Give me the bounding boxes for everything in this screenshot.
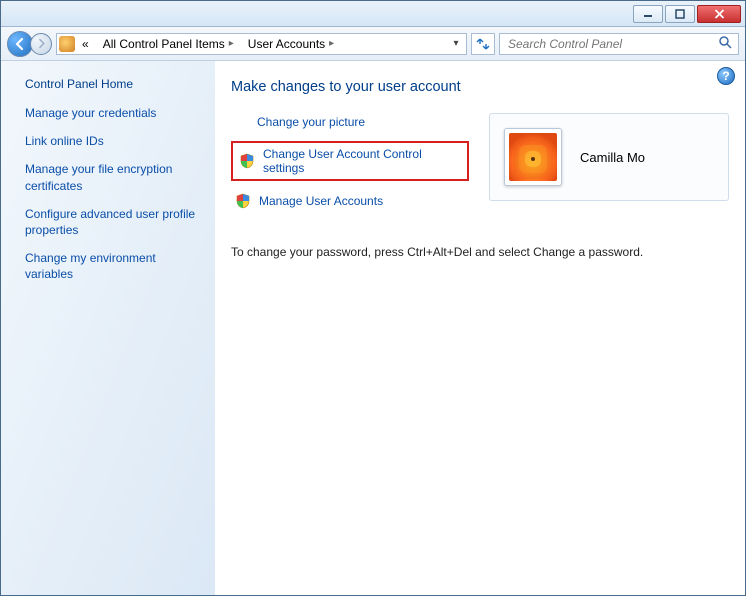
chevron-right-icon: ▸ [229,38,234,49]
search-box[interactable] [499,33,739,55]
shield-icon [235,193,251,209]
refresh-icon [476,37,490,51]
address-bar[interactable]: « All Control Panel Items ▸ User Account… [56,33,467,55]
task-label: Change your picture [257,115,365,129]
task-change-uac-settings[interactable]: Change User Account Control settings [231,141,469,181]
task-list: Change your picture Change User Account … [231,113,469,221]
task-label: Manage User Accounts [259,194,383,208]
navigation-bar: « All Control Panel Items ▸ User Account… [1,27,745,61]
close-button[interactable] [697,5,741,23]
sidebar-item-advanced-profile[interactable]: Configure advanced user profile properti… [25,206,203,238]
search-icon [718,35,732,52]
breadcrumb-item-all[interactable]: All Control Panel Items ▸ [98,34,241,54]
sidebar-item-env-variables[interactable]: Change my environment variables [25,250,203,282]
control-panel-icon [59,36,75,52]
user-account-card: Camilla Mo [489,113,729,201]
sidebar-item-encryption-certs[interactable]: Manage your file encryption certificates [25,161,203,193]
password-instruction: To change your password, press Ctrl+Alt+… [231,245,729,259]
task-change-picture[interactable]: Change your picture [231,113,469,131]
sidebar-item-manage-credentials[interactable]: Manage your credentials [25,105,203,121]
search-input[interactable] [506,36,718,52]
main-content: ? Make changes to your user account Chan… [215,61,745,595]
breadcrumb-overflow[interactable]: « [77,34,96,54]
shield-icon [239,153,255,169]
address-dropdown[interactable]: ▾ [448,38,464,49]
user-name: Camilla Mo [580,150,645,165]
control-panel-home-link[interactable]: Control Panel Home [25,77,203,91]
minimize-button[interactable] [633,5,663,23]
page-title: Make changes to your user account [231,79,729,95]
task-label: Change User Account Control settings [263,147,461,175]
user-picture [509,133,557,181]
maximize-button[interactable] [665,5,695,23]
chevron-right-icon: ▸ [329,38,334,49]
breadcrumb-item-current[interactable]: User Accounts ▸ [243,34,341,54]
breadcrumb-label: All Control Panel Items [103,37,225,51]
breadcrumb-label: User Accounts [248,37,325,51]
window-titlebar [1,1,745,27]
sidebar: Control Panel Home Manage your credentia… [1,61,215,595]
sidebar-item-link-online-ids[interactable]: Link online IDs [25,133,203,149]
forward-button[interactable] [30,33,52,55]
help-icon[interactable]: ? [717,67,735,85]
task-manage-user-accounts[interactable]: Manage User Accounts [231,191,469,211]
user-picture-frame [504,128,562,186]
refresh-button[interactable] [471,33,495,55]
